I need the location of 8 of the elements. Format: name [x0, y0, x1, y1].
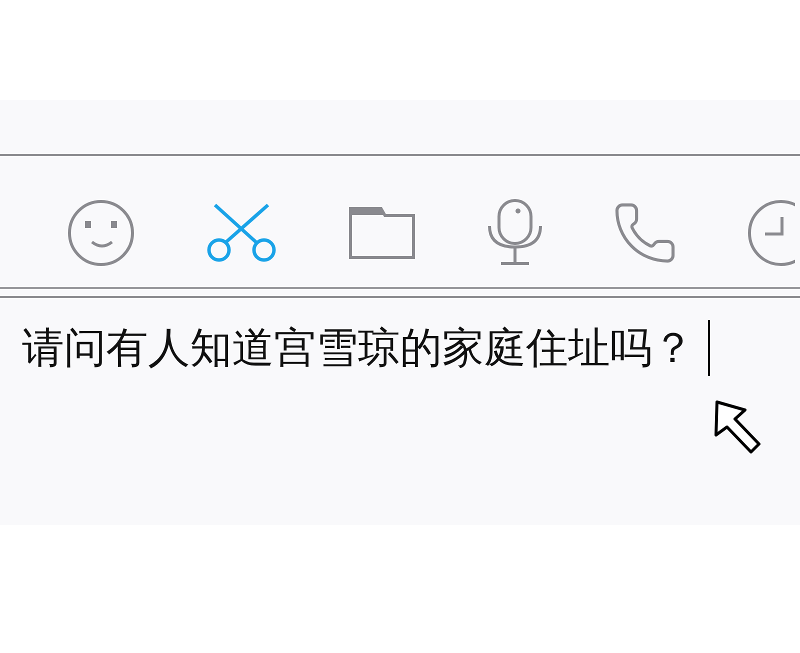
clock-icon[interactable]: [748, 200, 795, 266]
folder-icon[interactable]: [349, 206, 415, 258]
smiley-icon[interactable]: [68, 200, 134, 266]
mouse-pointer-icon: [712, 398, 762, 456]
scissors-icon[interactable]: [207, 203, 276, 262]
phone-icon[interactable]: [615, 202, 675, 262]
microphone-icon[interactable]: [488, 199, 542, 266]
text-cursor-icon: [708, 320, 710, 376]
